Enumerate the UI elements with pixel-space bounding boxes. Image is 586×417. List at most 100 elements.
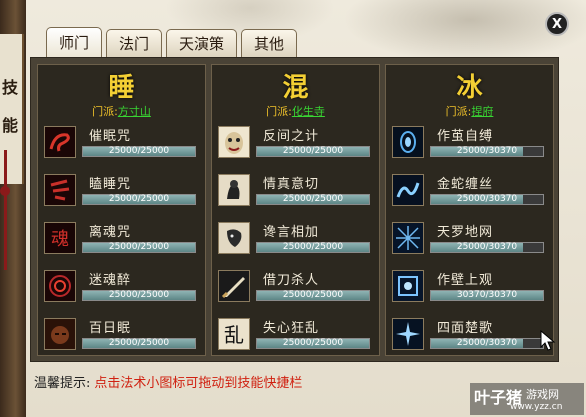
skill-progress-text: 25000/25000	[108, 242, 170, 252]
blue-wall-icon[interactable]	[392, 270, 424, 302]
skill-progress-text: 25000/30370	[456, 194, 518, 204]
school-label: 门派:	[92, 105, 118, 118]
skill-progress-bar: 25000/25000	[82, 242, 196, 253]
skill-progress-text: 25000/25000	[282, 338, 344, 348]
svg-text:魂: 魂	[51, 229, 69, 250]
skill-name: 金蛇缠丝	[437, 177, 494, 192]
mask-face-icon[interactable]	[218, 126, 250, 158]
school-link[interactable]: 捏府	[471, 105, 493, 118]
skill-column-sleep: 睡门派:方寸山 催眠咒 25000/25000 瞌睡咒 25000/25000 魂 离魂咒 2…	[37, 64, 206, 356]
school-line: 门派:化生寺	[212, 103, 379, 119]
skill-progress-bar: 25000/25000	[82, 290, 196, 301]
skill-progress-text: 25000/25000	[282, 290, 344, 300]
red-swirl-icon-art	[45, 127, 75, 157]
skill-progress-text: 25000/30370	[456, 146, 518, 156]
skill-name: 情真意切	[263, 177, 320, 192]
mouse-cursor-icon	[540, 330, 556, 351]
skill-progress-bar: 25000/25000	[82, 338, 196, 349]
skill-row: 情真意切 25000/25000	[218, 173, 373, 215]
close-button[interactable]: X	[545, 12, 569, 36]
skill-progress-bar: 25000/25000	[82, 146, 196, 157]
tab-other[interactable]: 其他	[241, 29, 298, 57]
blue-cocoon-icon[interactable]	[392, 126, 424, 158]
red-symbol-icon[interactable]	[44, 174, 76, 206]
scroll-char-2: 能	[2, 116, 19, 135]
skill-progress-bar: 25000/25000	[256, 290, 370, 301]
school-line: 门派:捏府	[386, 103, 553, 119]
tab-tianyance[interactable]: 天演策	[166, 29, 238, 57]
red-swirl-icon[interactable]	[44, 126, 76, 158]
skill-name: 反间之计	[263, 129, 320, 144]
scroll-char-1: 技	[2, 78, 19, 97]
school-link[interactable]: 化生寺	[292, 105, 325, 118]
skill-name: 迷魂醉	[89, 273, 132, 288]
skill-progress-text: 25000/25000	[108, 338, 170, 348]
blue-snake-icon[interactable]	[392, 174, 424, 206]
ink-figure-icon[interactable]	[218, 174, 250, 206]
watermark-game: 游戏网	[526, 388, 559, 401]
blue-cocoon-icon-art	[393, 127, 423, 157]
skill-row: 迷魂醉 25000/25000	[44, 269, 199, 311]
school-label: 门派:	[266, 105, 292, 118]
skill-row: 乱 失心狂乱 25000/25000	[218, 317, 373, 359]
skill-name: 谗言相加	[263, 225, 320, 240]
skill-progress-text: 25000/25000	[108, 194, 170, 204]
tassel-bead	[0, 186, 10, 196]
red-spiral-icon[interactable]	[44, 270, 76, 302]
skill-row: 百日眠 25000/25000	[44, 317, 199, 359]
column-title: 混	[282, 73, 309, 103]
skill-name: 离魂咒	[89, 225, 132, 240]
skill-name: 失心狂乱	[263, 321, 320, 336]
ink-face-icon-art	[219, 223, 249, 253]
skill-column-chaos: 混门派:化生寺 反间之计 25000/25000 情真意切 25000/25000 谗言相…	[211, 64, 380, 356]
skill-progress-text: 25000/30370	[456, 242, 518, 252]
watermark-logo: 叶子猪 游戏网 www.yzz.cn	[470, 383, 584, 415]
chaos-glyph-icon[interactable]: 乱	[218, 318, 250, 350]
watermark-url: www.yzz.cn	[510, 402, 563, 412]
side-scroll-ornament: 技 能	[0, 0, 26, 417]
blade-icon-art	[219, 271, 249, 301]
skill-row: 天罗地网 25000/30370	[392, 221, 547, 263]
skill-row: 金蛇缠丝 25000/30370	[392, 173, 547, 215]
blue-burst-icon[interactable]	[392, 318, 424, 350]
hint-label: 温馨提示:	[34, 376, 91, 391]
hint-text: 点击法术小图标可拖动到技能快捷栏	[94, 376, 303, 391]
blade-icon[interactable]	[218, 270, 250, 302]
skill-progress-bar: 25000/25000	[256, 194, 370, 205]
skill-progress-text: 25000/25000	[108, 146, 170, 156]
skill-progress-bar: 25000/25000	[256, 146, 370, 157]
red-soul-glyph-icon-art: 魂	[45, 223, 75, 253]
hint-tip: 温馨提示: 点击法术小图标可拖动到技能快捷栏	[34, 372, 302, 391]
school-link[interactable]: 方寸山	[118, 105, 151, 118]
blue-wall-icon-art	[393, 271, 423, 301]
skill-row: 借刀杀人 25000/25000	[218, 269, 373, 311]
sleeping-face-icon[interactable]	[44, 318, 76, 350]
skill-row: 瞌睡咒 25000/25000	[44, 173, 199, 215]
tab-bar: 师门 法门 天演策 其他	[46, 27, 298, 57]
skill-row: 催眠咒 25000/25000	[44, 125, 199, 167]
skill-progress-text: 25000/30370	[456, 338, 518, 348]
red-spiral-icon-art	[45, 271, 75, 301]
skill-row: 反间之计 25000/25000	[218, 125, 373, 167]
tab-famen[interactable]: 法门	[106, 29, 163, 57]
tassel-cord	[4, 150, 7, 270]
tab-shimen[interactable]: 师门	[46, 27, 103, 57]
blue-net-icon[interactable]	[392, 222, 424, 254]
ink-face-icon[interactable]	[218, 222, 250, 254]
skill-row: 魂 离魂咒 25000/25000	[44, 221, 199, 263]
skill-progress-bar: 25000/30370	[430, 146, 544, 157]
skill-progress-text: 25000/25000	[108, 290, 170, 300]
skill-progress-bar: 25000/25000	[256, 338, 370, 349]
ink-figure-icon-art	[219, 175, 249, 205]
skill-progress-bar: 30370/30370	[430, 290, 544, 301]
skill-name: 瞌睡咒	[89, 177, 132, 192]
skill-progress-bar: 25000/30370	[430, 194, 544, 205]
skill-progress-bar: 25000/25000	[82, 194, 196, 205]
red-soul-glyph-icon[interactable]: 魂	[44, 222, 76, 254]
school-line: 门派:方寸山	[38, 103, 205, 119]
skill-name: 作壁上观	[437, 273, 494, 288]
school-label: 门派:	[445, 105, 472, 118]
skill-name: 作茧自缚	[437, 129, 494, 144]
skill-progress-bar: 25000/30370	[430, 242, 544, 253]
column-title: 冰	[456, 73, 483, 103]
